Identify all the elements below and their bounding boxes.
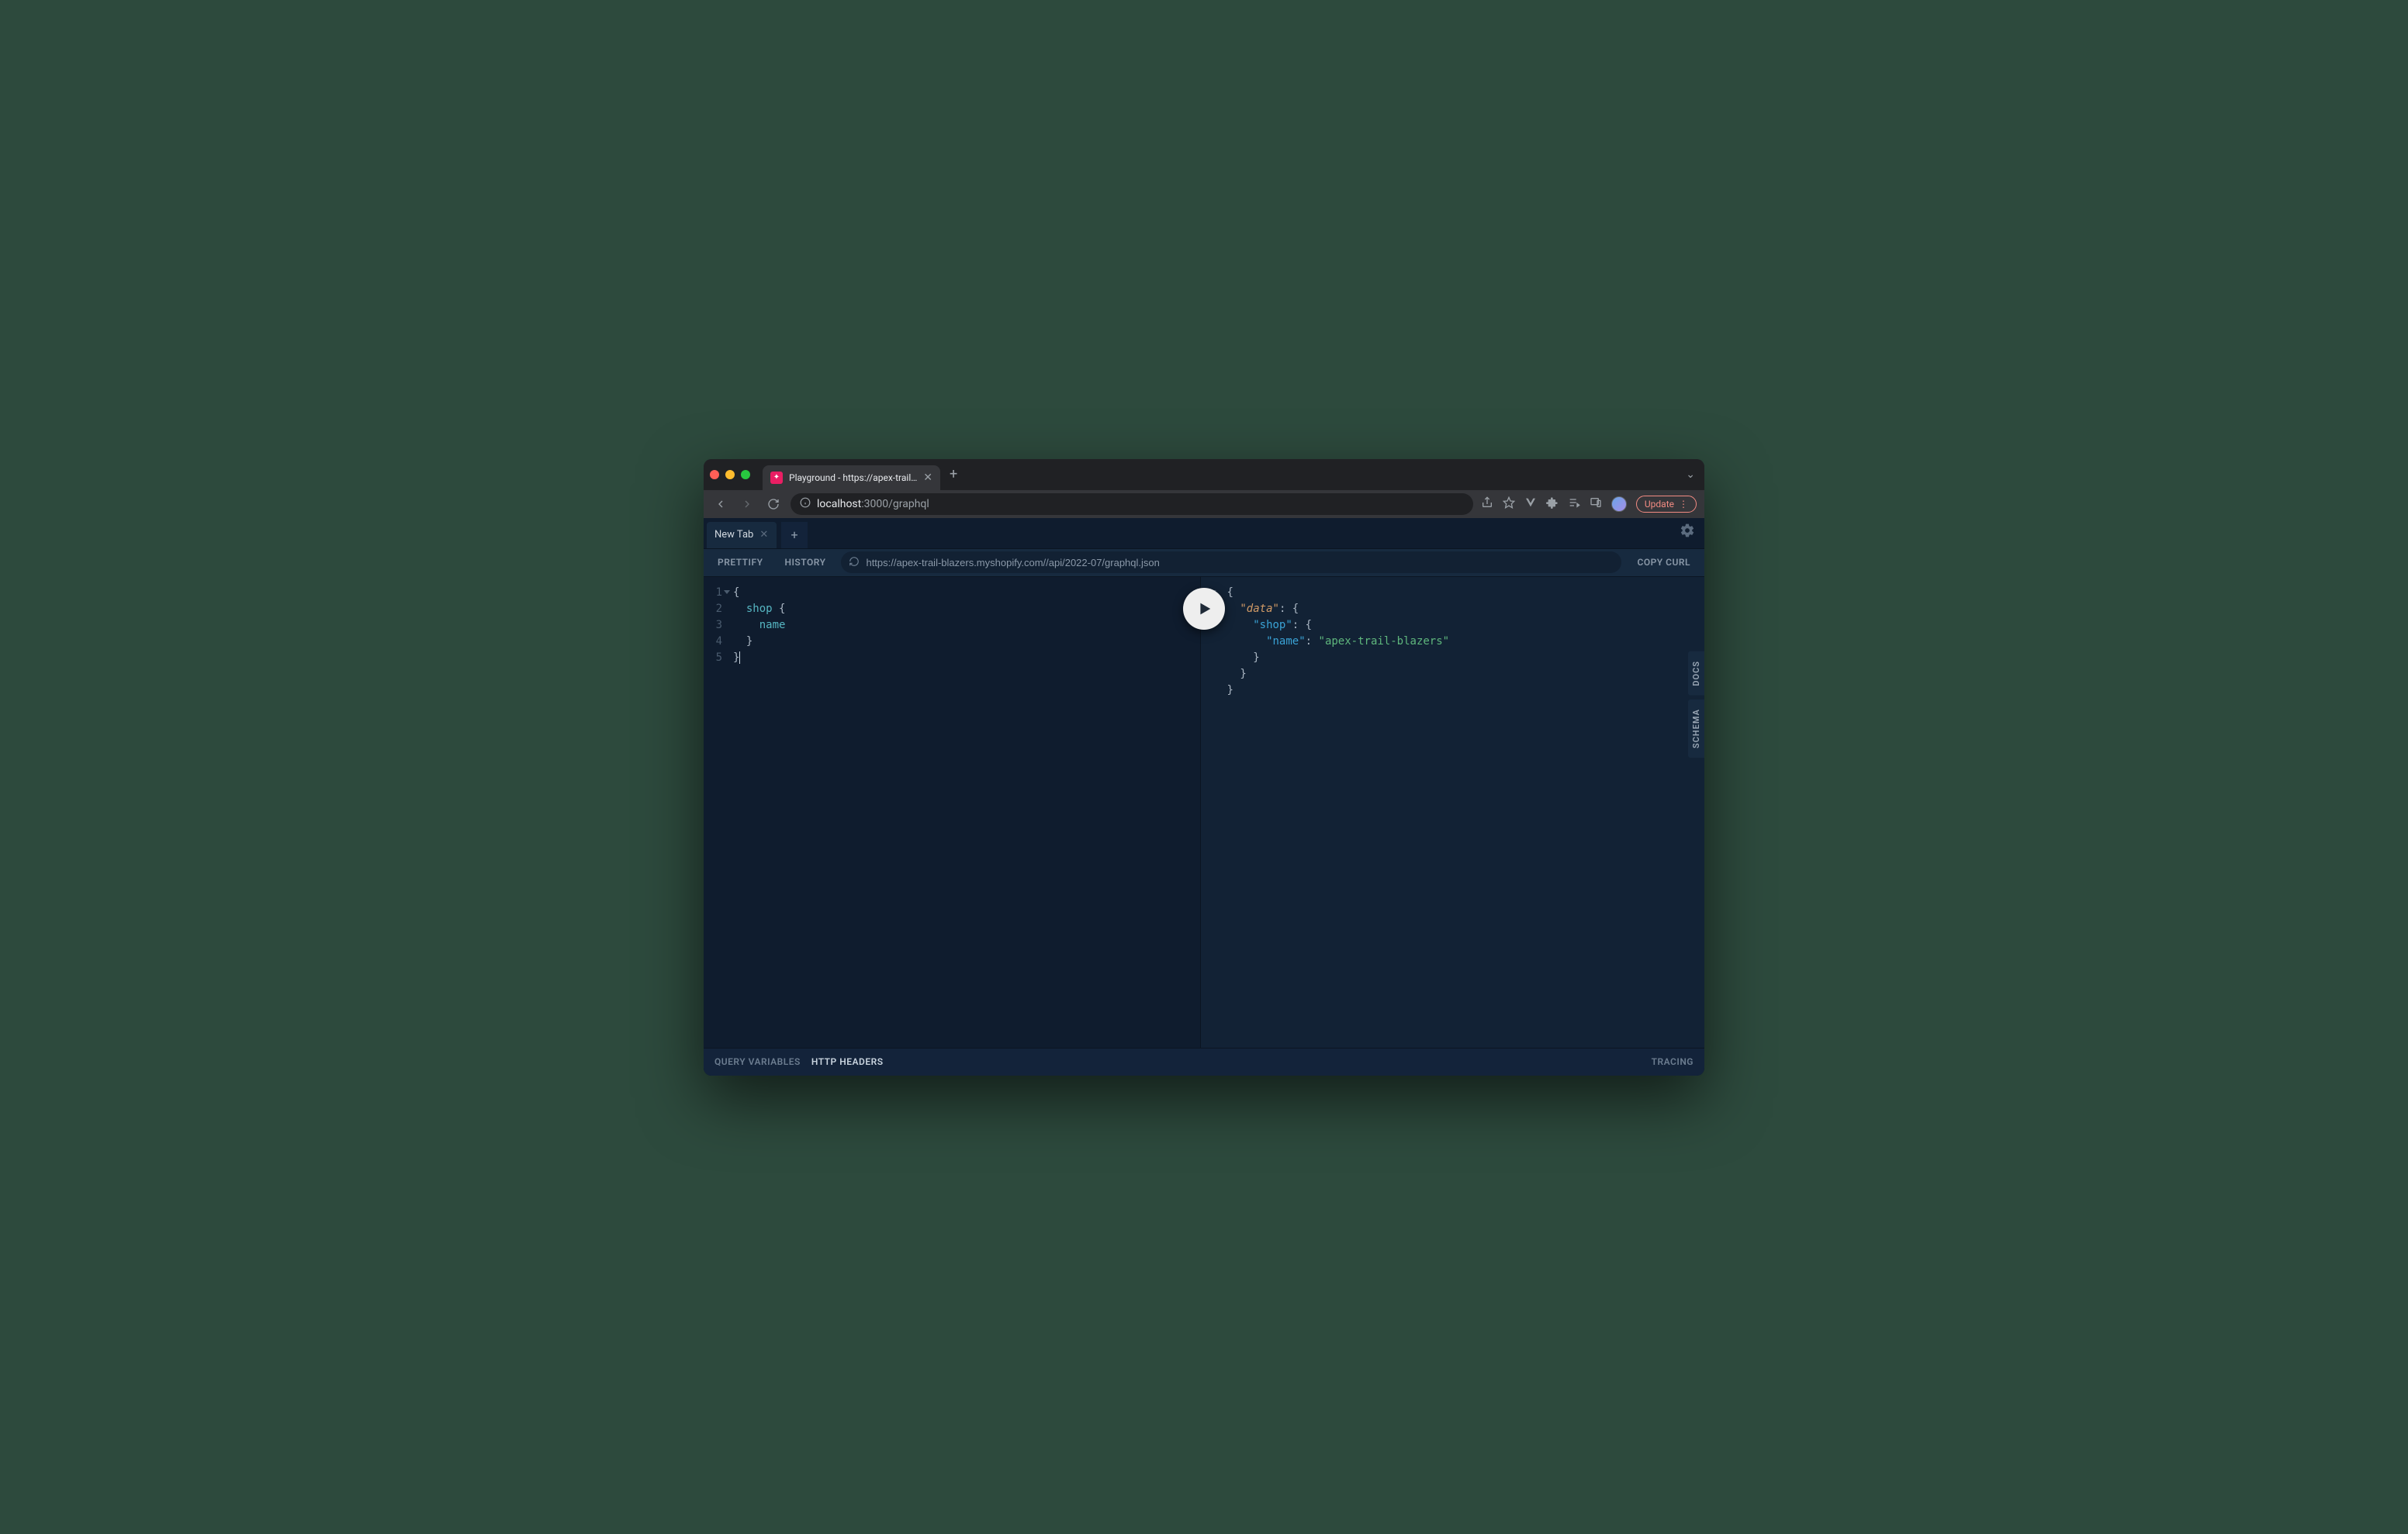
query-variables-tab[interactable]: QUERY VARIABLES	[714, 1056, 801, 1067]
bookmark-star-icon[interactable]	[1503, 496, 1515, 512]
favicon-icon: ✦	[770, 472, 783, 484]
browser-tab[interactable]: ✦ Playground - https://apex-trail… ✕	[763, 465, 940, 490]
query-code[interactable]: { shop { name } }	[725, 577, 793, 1048]
forward-button[interactable]	[738, 495, 756, 513]
toolbar-actions: Update ⋮	[1481, 496, 1697, 513]
http-headers-tab[interactable]: HTTP HEADERS	[811, 1056, 884, 1067]
result-code[interactable]: { "data": { "shop": { "name": "apex-trai…	[1220, 577, 1458, 1048]
reload-button[interactable]	[764, 495, 783, 513]
playground-body: 1 2 3 4 5 { shop { name } } { "data": { …	[704, 577, 1704, 1048]
add-playground-tab-button[interactable]: +	[781, 522, 808, 548]
result-fold-gutter	[1209, 577, 1220, 1048]
browser-window: ✦ Playground - https://apex-trail… ✕ + ⌄…	[704, 459, 1704, 1076]
query-editor[interactable]: 1 2 3 4 5 { shop { name } }	[704, 577, 1200, 1048]
minimize-window-button[interactable]	[725, 470, 735, 479]
playground-tab-label: New Tab	[714, 529, 753, 541]
playground-tab[interactable]: New Tab ✕	[707, 522, 777, 548]
address-bar[interactable]: localhost:3000/graphql	[791, 493, 1473, 515]
profile-avatar[interactable]	[1611, 496, 1627, 512]
kebab-menu-icon: ⋮	[1679, 499, 1688, 510]
window-controls	[710, 470, 750, 479]
share-icon[interactable]	[1481, 496, 1493, 512]
playground-bottom-bar: QUERY VARIABLES HTTP HEADERS TRACING	[704, 1048, 1704, 1076]
prettify-button[interactable]: PRETTIFY	[707, 551, 773, 573]
chrome-toolbar: localhost:3000/graphql	[704, 490, 1704, 518]
close-tab-button[interactable]: ✕	[923, 472, 932, 484]
update-button[interactable]: Update ⋮	[1636, 496, 1697, 513]
url-text: localhost:3000/graphql	[817, 498, 929, 510]
endpoint-bar	[841, 551, 1621, 573]
devices-icon[interactable]	[1590, 496, 1602, 512]
graphql-playground: New Tab ✕ + PRETTIFY HISTORY COPY CURL	[704, 518, 1704, 1076]
copy-curl-button[interactable]: COPY CURL	[1626, 551, 1701, 573]
tracing-tab[interactable]: TRACING	[1652, 1056, 1694, 1067]
update-label: Update	[1645, 499, 1674, 510]
extensions-puzzle-icon[interactable]	[1546, 496, 1559, 512]
site-info-icon[interactable]	[800, 497, 811, 511]
back-button[interactable]	[711, 495, 730, 513]
endpoint-input[interactable]	[866, 557, 1614, 568]
media-playlist-icon[interactable]	[1568, 496, 1580, 512]
tab-list-chevron-icon[interactable]: ⌄	[1686, 468, 1695, 481]
maximize-window-button[interactable]	[741, 470, 750, 479]
chrome-tab-strip: ✦ Playground - https://apex-trail… ✕ + ⌄	[704, 459, 1704, 490]
history-button[interactable]: HISTORY	[773, 551, 836, 573]
settings-gear-icon[interactable]	[1680, 523, 1695, 541]
close-playground-tab-button[interactable]: ✕	[759, 529, 768, 541]
result-pane: { "data": { "shop": { "name": "apex-trai…	[1200, 577, 1705, 1048]
playground-tabs: New Tab ✕ +	[704, 518, 1704, 549]
browser-tab-title: Playground - https://apex-trail…	[789, 472, 917, 483]
schema-panel-tab[interactable]: SCHEMA	[1688, 700, 1704, 758]
execute-query-button[interactable]	[1183, 588, 1225, 630]
playground-toolbar: PRETTIFY HISTORY COPY CURL	[704, 549, 1704, 577]
docs-panel-tab[interactable]: DOCS	[1688, 651, 1704, 696]
reload-schema-icon[interactable]	[849, 555, 860, 570]
new-browser-tab-button[interactable]: +	[940, 466, 967, 482]
extension-v-icon[interactable]	[1524, 496, 1537, 512]
line-gutter: 1 2 3 4 5	[704, 577, 725, 1048]
close-window-button[interactable]	[710, 470, 719, 479]
